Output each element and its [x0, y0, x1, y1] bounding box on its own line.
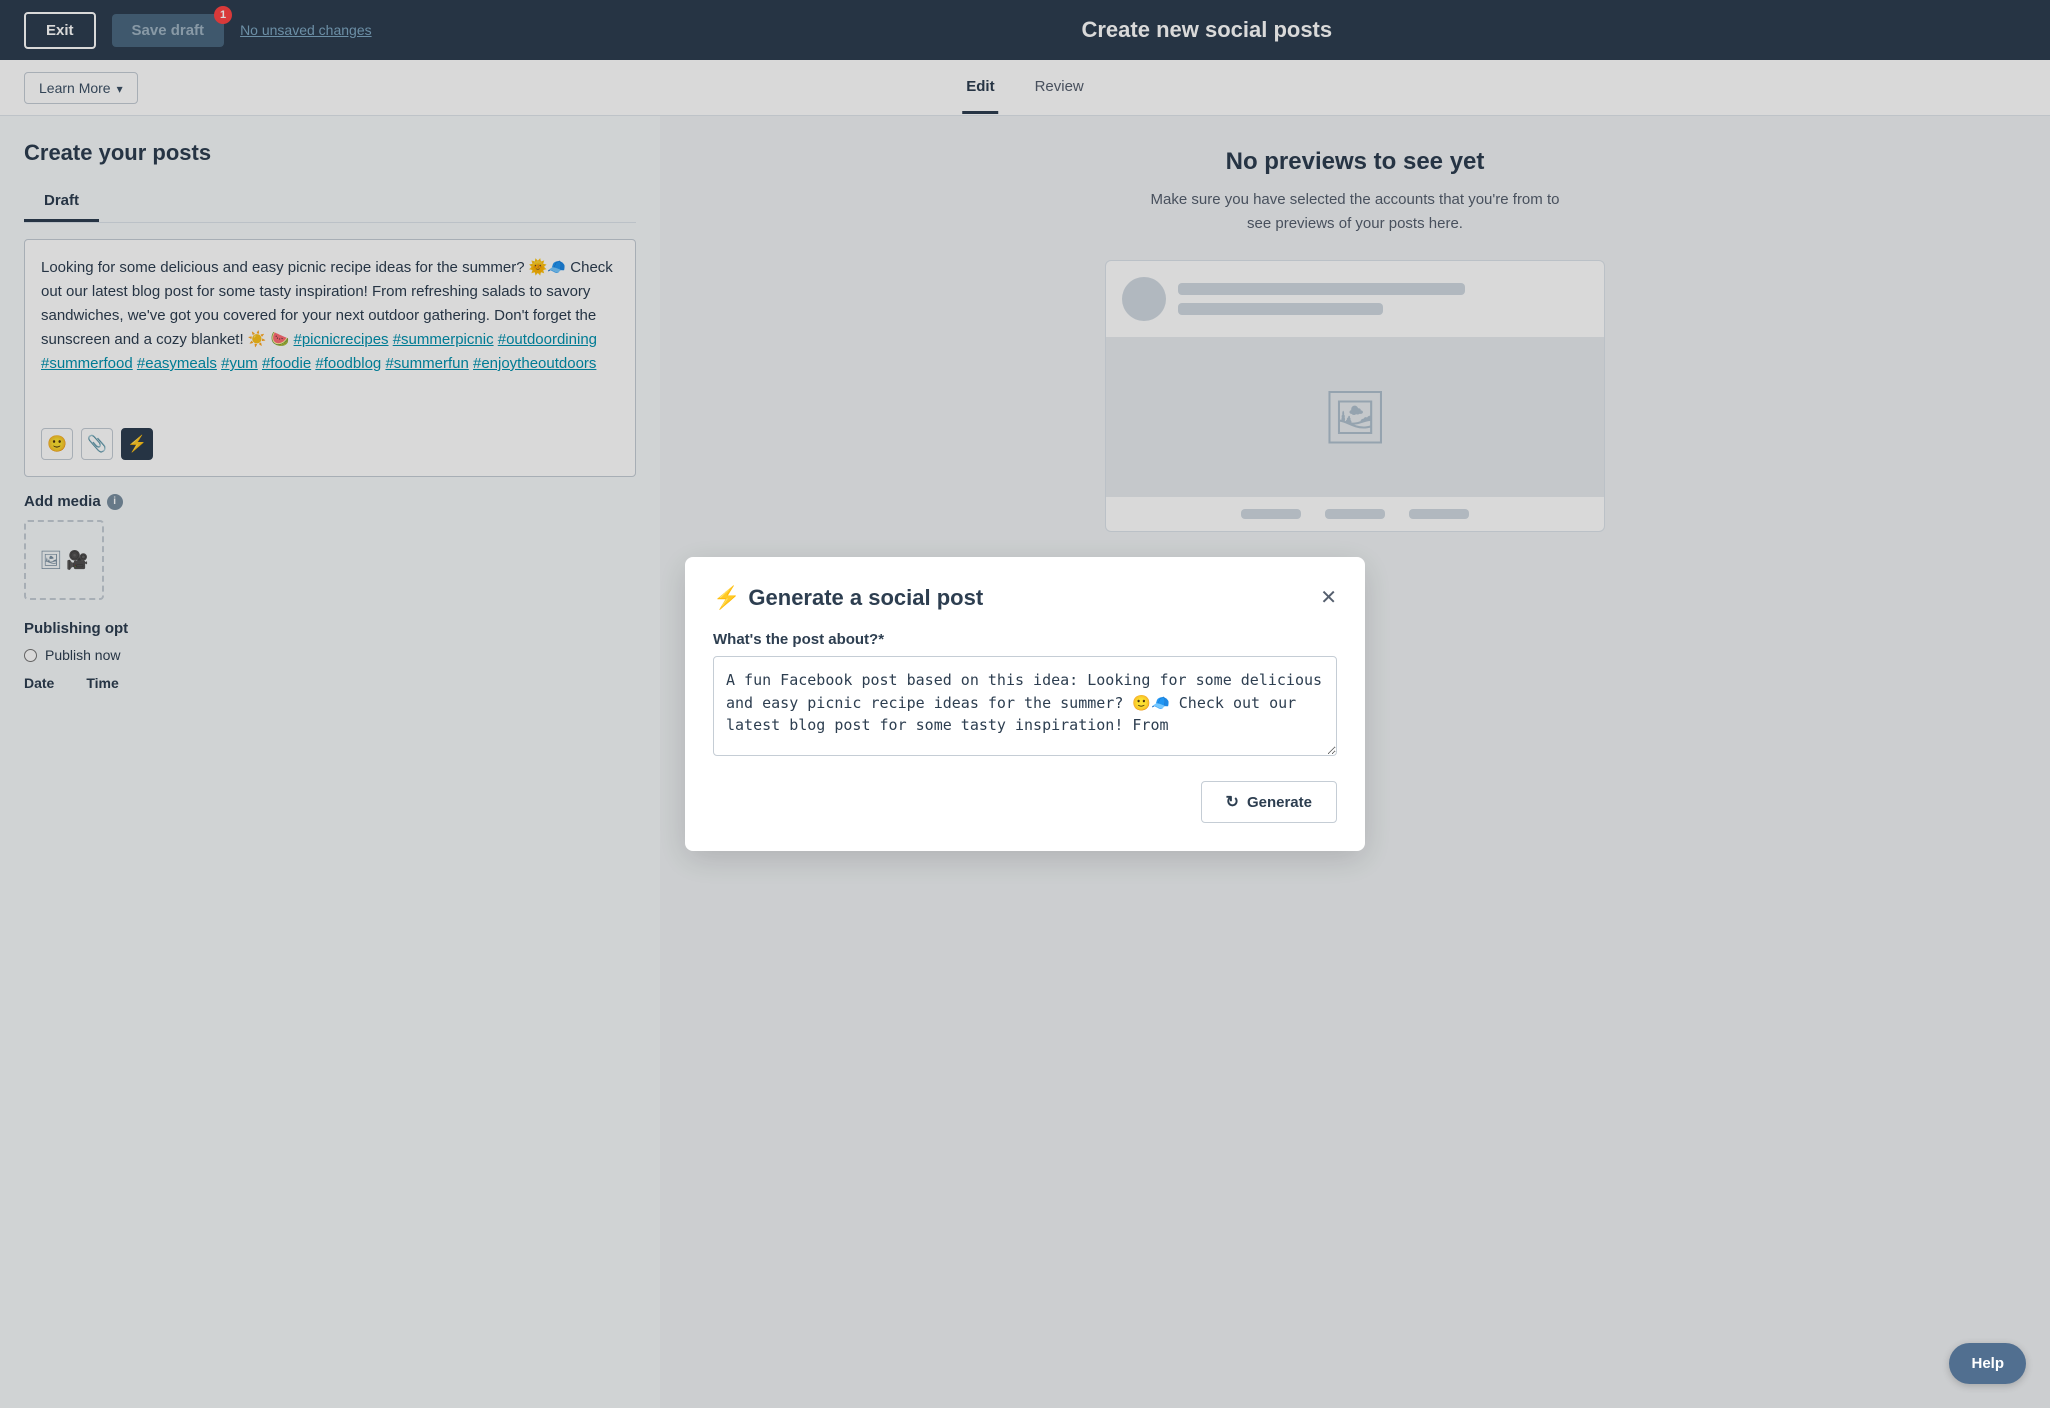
modal-title-row: ⚡ Generate a social post ✕: [713, 585, 1337, 611]
modal-textarea[interactable]: [713, 656, 1337, 756]
modal-title: ⚡ Generate a social post: [713, 585, 983, 611]
modal-footer: Generate: [713, 781, 1337, 823]
generate-label: Generate: [1247, 794, 1312, 811]
help-button[interactable]: Help: [1949, 1343, 2026, 1384]
modal-title-text: Generate a social post: [748, 585, 983, 611]
generate-modal: ⚡ Generate a social post ✕ What's the po…: [685, 557, 1365, 851]
refresh-icon: [1226, 792, 1239, 812]
modal-overlay: ⚡ Generate a social post ✕ What's the po…: [0, 0, 2050, 1408]
modal-question-label: What's the post about?*: [713, 631, 1337, 648]
lightning-icon: ⚡: [713, 585, 740, 611]
modal-close-button[interactable]: ✕: [1320, 588, 1337, 608]
generate-button[interactable]: Generate: [1201, 781, 1337, 823]
